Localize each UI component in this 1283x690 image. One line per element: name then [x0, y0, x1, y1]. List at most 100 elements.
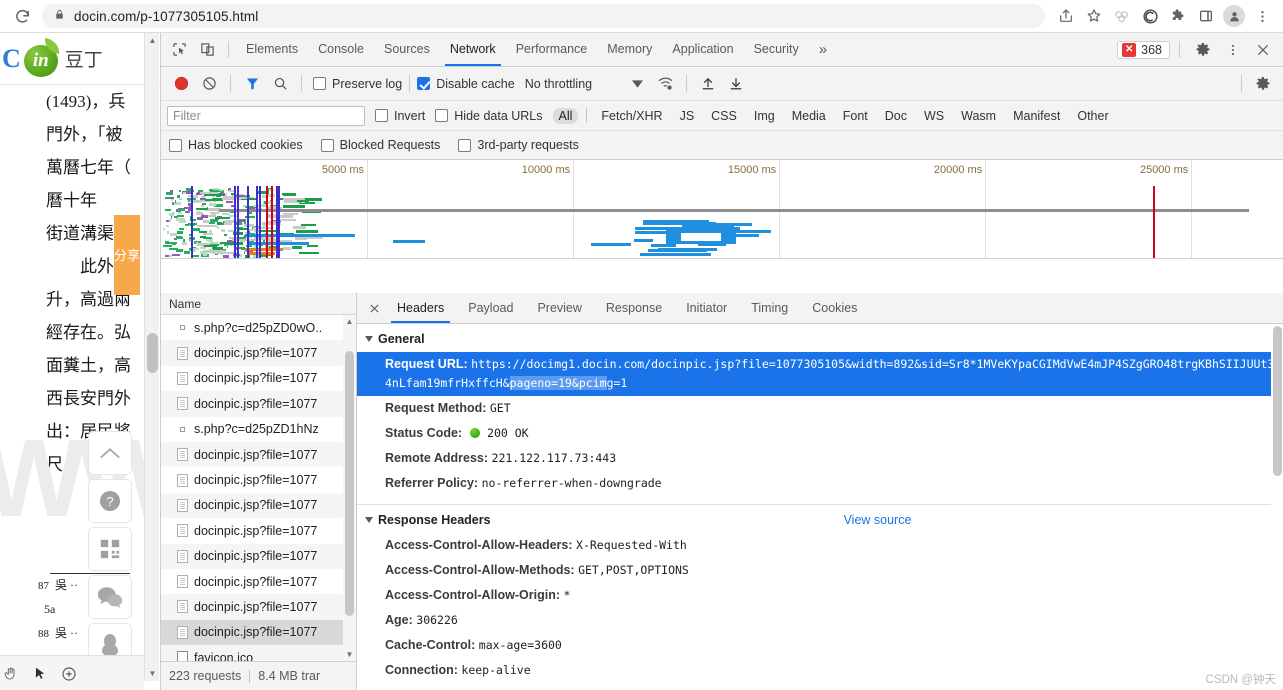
request-url-row[interactable]: Request URL: https://docimg1.docin.com/d…: [357, 352, 1283, 396]
details-tab-payload[interactable]: Payload: [456, 293, 525, 323]
request-row[interactable]: docinpic.jsp?file=1077: [161, 391, 356, 417]
tab-performance[interactable]: Performance: [506, 33, 598, 66]
download-arrow-icon[interactable]: [722, 70, 750, 98]
page-vertical-scrollbar[interactable]: ▲ ▼: [144, 33, 159, 681]
filter-type-js[interactable]: JS: [674, 108, 701, 124]
invert-box[interactable]: [375, 109, 388, 122]
details-scrollbar-thumb[interactable]: [1273, 326, 1282, 476]
request-list-scrollbar[interactable]: ▲ ▼: [343, 315, 356, 661]
filter-type-wasm[interactable]: Wasm: [955, 108, 1002, 124]
has-blocked-cookies-checkbox[interactable]: Has blocked cookies: [169, 138, 303, 152]
qrcode-icon[interactable]: [88, 527, 132, 571]
reload-icon[interactable]: [8, 2, 36, 30]
hide-data-urls-checkbox[interactable]: Hide data URLs: [435, 109, 543, 123]
invert-checkbox[interactable]: Invert: [375, 109, 425, 123]
throttling-select[interactable]: No throttling: [525, 77, 644, 91]
filter-funnel-icon[interactable]: [238, 70, 266, 98]
filter-type-ws[interactable]: WS: [918, 108, 950, 124]
network-overview-timeline[interactable]: 5000 ms 10000 ms 15000 ms 20000 ms 25000 ms: [161, 160, 1283, 259]
circle-swirl-icon[interactable]: [1137, 3, 1163, 29]
request-row[interactable]: docinpic.jsp?file=1077: [161, 467, 356, 492]
response-header-row[interactable]: Access-Control-Allow-Origin: *: [357, 583, 1283, 608]
request-row[interactable]: docinpic.jsp?file=1077: [161, 543, 356, 569]
request-row[interactable]: docinpic.jsp?file=1077: [161, 619, 356, 646]
scroll-up-icon[interactable]: [88, 431, 132, 475]
details-tab-preview[interactable]: Preview: [525, 293, 593, 323]
response-header-row[interactable]: Access-Control-Allow-Methods: GET,POST,O…: [357, 558, 1283, 583]
view-source-link[interactable]: View source: [844, 513, 912, 527]
preserve-log-box[interactable]: [313, 77, 326, 90]
error-count-badge[interactable]: ✕ 368: [1117, 40, 1170, 59]
request-scrollbar-thumb[interactable]: [345, 351, 354, 616]
tab-network[interactable]: Network: [440, 33, 506, 66]
request-row[interactable]: docinpic.jsp?file=1077: [161, 492, 356, 519]
request-list-header[interactable]: Name: [161, 293, 356, 315]
record-stop-icon[interactable]: [167, 70, 195, 98]
filter-type-other[interactable]: Other: [1071, 108, 1114, 124]
tab-sources[interactable]: Sources: [374, 33, 440, 66]
network-settings-gear-icon[interactable]: [1249, 70, 1277, 98]
close-details-icon[interactable]: [363, 297, 385, 319]
collapse-triangle-icon[interactable]: [365, 336, 373, 342]
profile-avatar-icon[interactable]: [1221, 3, 1247, 29]
request-row[interactable]: docinpic.jsp?file=1077: [161, 594, 356, 620]
tab-elements[interactable]: Elements: [236, 33, 308, 66]
tab-application[interactable]: Application: [662, 33, 743, 66]
filter-type-fetch-xhr[interactable]: Fetch/XHR: [595, 108, 668, 124]
hide-data-urls-box[interactable]: [435, 109, 449, 122]
response-header-row[interactable]: Access-Control-Allow-Headers: X-Requeste…: [357, 533, 1283, 558]
more-vertical-icon[interactable]: [1219, 36, 1247, 64]
wifi-settings-icon[interactable]: [651, 70, 679, 98]
zoom-in-icon[interactable]: [61, 666, 77, 682]
remote-address-row[interactable]: Remote Address: 221.122.117.73:443: [357, 446, 1283, 471]
details-tab-timing[interactable]: Timing: [739, 293, 800, 323]
sidepanel-icon[interactable]: [1193, 3, 1219, 29]
general-section-title[interactable]: General: [357, 324, 1283, 352]
filter-type-manifest[interactable]: Manifest: [1007, 108, 1066, 124]
tab-console[interactable]: Console: [308, 33, 374, 66]
request-row[interactable]: docinpic.jsp?file=1077: [161, 441, 356, 468]
inspect-element-icon[interactable]: [165, 36, 193, 64]
bookmark-star-icon[interactable]: [1081, 3, 1107, 29]
scrollbar-thumb[interactable]: [147, 333, 158, 373]
third-party-box[interactable]: [458, 138, 472, 152]
details-scrollbar[interactable]: [1271, 324, 1283, 690]
collapse-triangle-icon-2[interactable]: [365, 517, 373, 523]
tab-security[interactable]: Security: [744, 33, 809, 66]
scroll-down-arrow-icon[interactable]: ▼: [145, 666, 160, 681]
help-question-icon[interactable]: ?: [88, 479, 132, 523]
request-row[interactable]: docinpic.jsp?file=1077: [161, 340, 356, 366]
preserve-log-checkbox[interactable]: Preserve log: [313, 77, 402, 91]
docin-leaf-logo-icon[interactable]: in: [22, 37, 62, 79]
filter-type-font[interactable]: Font: [837, 108, 874, 124]
request-row[interactable]: docinpic.jsp?file=1077: [161, 569, 356, 594]
has-blocked-cookies-box[interactable]: [169, 138, 182, 152]
referrer-policy-row[interactable]: Referrer Policy: no-referrer-when-downgr…: [357, 471, 1283, 496]
disable-cache-box[interactable]: [417, 77, 431, 90]
details-tab-initiator[interactable]: Initiator: [674, 293, 739, 323]
hand-tool-icon[interactable]: [4, 666, 19, 682]
blocked-requests-checkbox[interactable]: Blocked Requests: [320, 138, 440, 152]
filter-type-img[interactable]: Img: [748, 108, 781, 124]
filter-type-all[interactable]: All: [552, 107, 579, 124]
blocked-requests-box[interactable]: [320, 138, 334, 152]
chevron-down-icon[interactable]: [632, 77, 644, 91]
request-method-row[interactable]: Request Method: GET: [357, 396, 1283, 421]
request-row[interactable]: s.php?c=d25pZD1hNz: [161, 417, 356, 442]
share-tab-button[interactable]: 分享: [114, 215, 140, 295]
extension-rings-icon[interactable]: [1109, 3, 1135, 29]
close-icon[interactable]: [1249, 36, 1277, 64]
more-tabs-button[interactable]: »: [809, 41, 837, 58]
tab-memory[interactable]: Memory: [597, 33, 662, 66]
response-headers-section-title[interactable]: Response Headers View source: [357, 505, 1283, 533]
third-party-requests-checkbox[interactable]: 3rd-party requests: [458, 138, 579, 152]
details-tab-response[interactable]: Response: [594, 293, 674, 323]
pointer-tool-icon[interactable]: [33, 665, 47, 682]
request-row[interactable]: s.php?c=d25pZD0wO..: [161, 315, 356, 340]
clear-no-entry-icon[interactable]: [195, 70, 223, 98]
request-scroll-down-icon[interactable]: ▼: [343, 648, 356, 661]
filter-type-media[interactable]: Media: [786, 108, 832, 124]
details-tab-cookies[interactable]: Cookies: [800, 293, 869, 323]
gear-icon[interactable]: [1189, 36, 1217, 64]
response-header-row[interactable]: Connection: keep-alive: [357, 658, 1283, 683]
